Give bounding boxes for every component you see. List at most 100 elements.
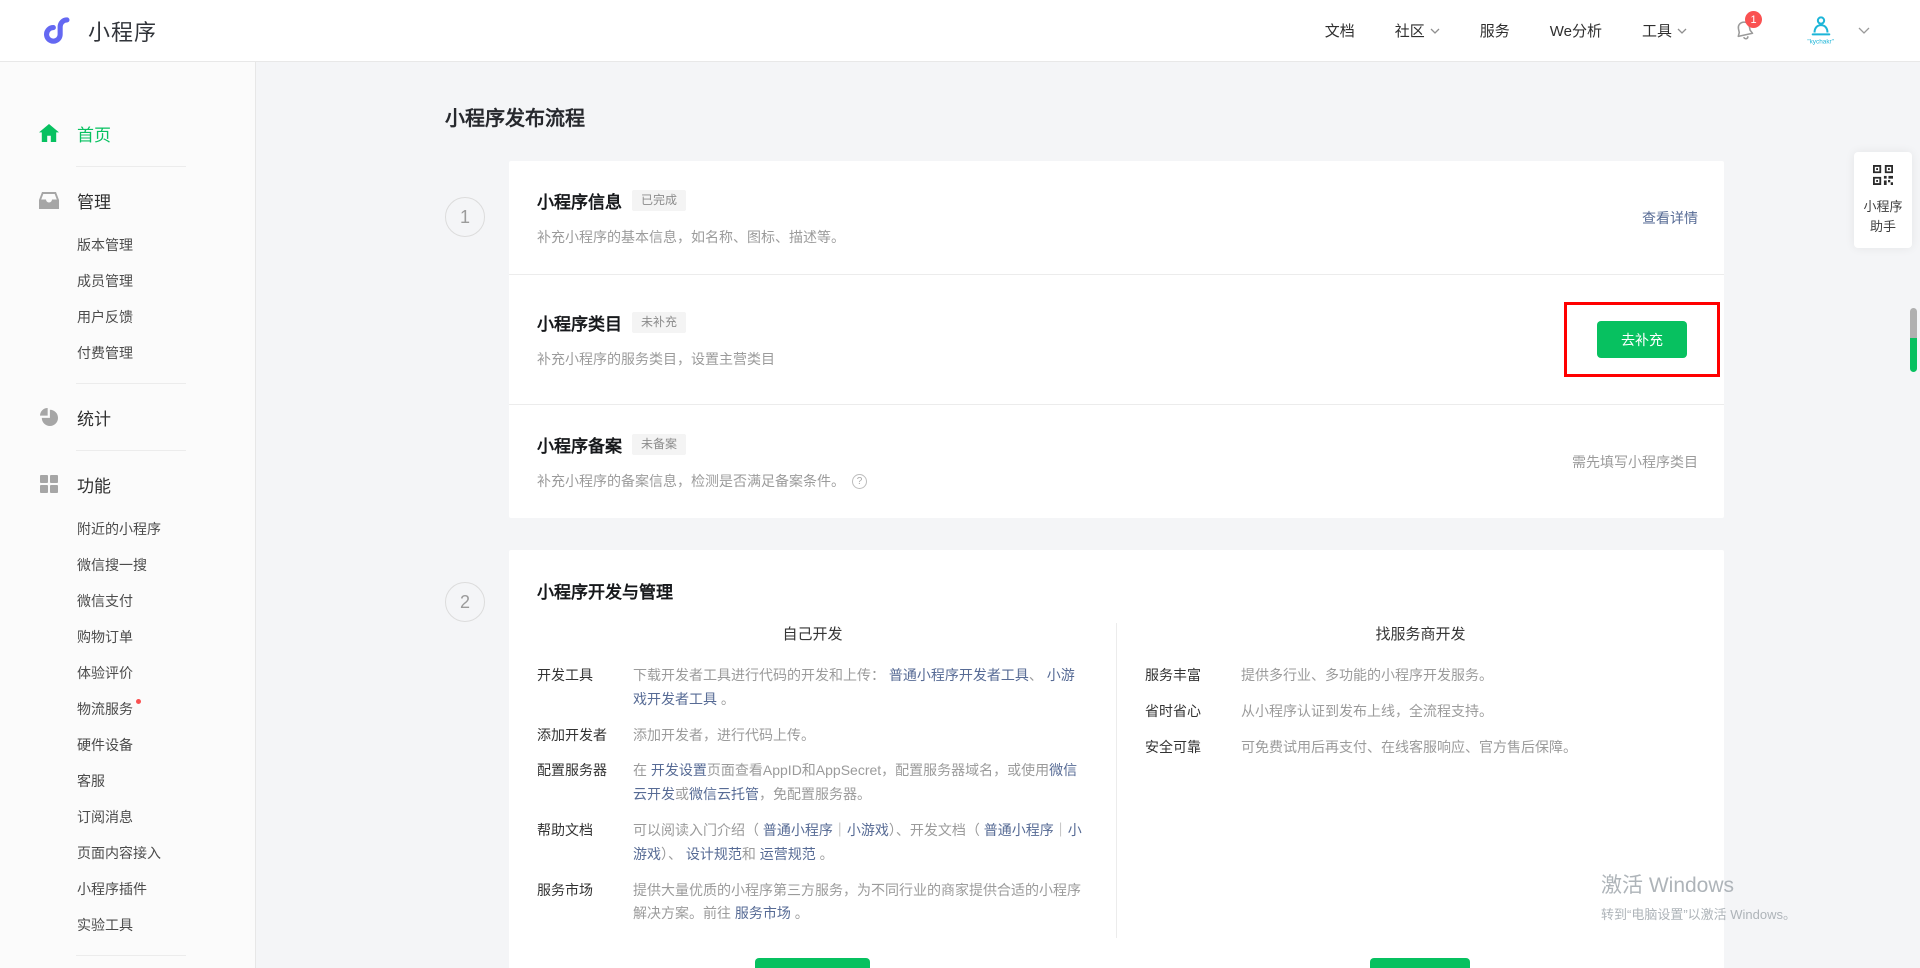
link-intro-game[interactable]: 小游戏 bbox=[847, 822, 889, 838]
row-miniprogram-icp-filing: 小程序备案未备案 补充小程序的备案信息，检测是否满足备案条件。? 需先填写小程序… bbox=[509, 404, 1724, 518]
app-logo[interactable]: 小程序 bbox=[44, 14, 157, 48]
view-details-link[interactable]: 查看详情 bbox=[1642, 208, 1698, 228]
add-developer-button[interactable]: 添加开发者 bbox=[755, 958, 870, 968]
sidebar-item-experience-rating[interactable]: 体验评价 bbox=[0, 655, 255, 691]
column-self-develop: 自己开发 开发工具 下载开发者工具进行代码的开发和上传： 普通小程序开发者工具、… bbox=[509, 623, 1116, 938]
text-segment: 或 bbox=[675, 786, 689, 802]
scrollbar-thumb-green bbox=[1910, 338, 1917, 372]
annotation-highlight: 去补充 bbox=[1564, 302, 1720, 377]
text-segment: 可以阅读入门介绍（ bbox=[633, 822, 763, 838]
text-segment: 添加开发者，进行代码上传。 bbox=[633, 727, 815, 743]
sidebar-group-features[interactable]: 功能 bbox=[0, 463, 255, 505]
chevron-down-icon bbox=[1677, 28, 1687, 34]
sidebar-item-customer-service[interactable]: 客服 bbox=[0, 763, 255, 799]
notifications-button[interactable]: 1 bbox=[1733, 19, 1756, 42]
row-miniprogram-info: 小程序信息已完成 补充小程序的基本信息，如名称、图标、描述等。 查看详情 bbox=[509, 161, 1724, 274]
miniprogram-assistant-widget[interactable]: 小程序 助手 bbox=[1854, 152, 1912, 248]
divider bbox=[76, 450, 186, 451]
sidebar-group-statistics[interactable]: 统计 bbox=[0, 396, 255, 438]
text-segment: 从小程序认证到发布上线，全流程支持。 bbox=[1241, 703, 1493, 719]
sidebar-item-wechat-pay[interactable]: 微信支付 bbox=[0, 583, 255, 619]
sidebar-item-payment-management[interactable]: 付费管理 bbox=[0, 335, 255, 371]
nav-docs[interactable]: 文档 bbox=[1325, 20, 1355, 41]
text-segment: ）、 bbox=[661, 846, 686, 862]
provider-row-rich-services: 服务丰富 提供多行业、多功能的小程序开发服务。 bbox=[1145, 664, 1696, 688]
row-miniprogram-category: 小程序类目未补充 补充小程序的服务类目，设置主营类目 去补充 bbox=[509, 274, 1724, 404]
qr-code-icon bbox=[1873, 165, 1893, 185]
sidebar-item-hardware-devices[interactable]: 硬件设备 bbox=[0, 727, 255, 763]
provider-row-safe-reliable: 安全可靠 可免费试用后再支付、在线客服响应、官方售后保障。 bbox=[1145, 736, 1696, 760]
nav-community[interactable]: 社区 bbox=[1395, 20, 1440, 41]
sidebar-item-experimental-tools[interactable]: 实验工具 bbox=[0, 907, 255, 943]
sidebar-item-miniprogram-plugins[interactable]: 小程序插件 bbox=[0, 871, 255, 907]
link-design-guidelines[interactable]: 设计规范 bbox=[686, 846, 742, 862]
text-segment: 、 bbox=[1029, 667, 1047, 683]
link-docs-miniprogram[interactable]: 普通小程序 bbox=[984, 822, 1054, 838]
dev-row-configure-server: 配置服务器 在 开发设置页面查看AppID和AppSecret，配置服务器域名，… bbox=[537, 759, 1088, 807]
row-desc: 补充小程序的备案信息，检测是否满足备案条件。? bbox=[537, 471, 867, 491]
avatar-caption: "kychakr" bbox=[1808, 38, 1835, 45]
link-service-market[interactable]: 服务市场 bbox=[735, 905, 791, 921]
nav-we-analytics[interactable]: We分析 bbox=[1550, 20, 1602, 41]
sidebar-item-wechat-search[interactable]: 微信搜一搜 bbox=[0, 547, 255, 583]
text-segment: 。 bbox=[791, 905, 809, 921]
text-segment: 提供大量优质的小程序第三方服务，为不同行业的商家提供合适的小程序解决方案。前往 bbox=[633, 882, 1081, 922]
prerequisite-note: 需先填写小程序类目 bbox=[1572, 452, 1698, 472]
step-1-card: 小程序信息已完成 补充小程序的基本信息，如名称、图标、描述等。 查看详情 小程序… bbox=[509, 161, 1724, 518]
step-2-number: 2 bbox=[445, 582, 485, 622]
link-operation-rules[interactable]: 运营规范 bbox=[760, 846, 816, 862]
column-header: 自己开发 bbox=[537, 623, 1088, 644]
red-dot-badge bbox=[136, 699, 141, 704]
row-title: 小程序信息已完成 bbox=[537, 188, 845, 213]
dev-row-service-market: 服务市场 提供大量优质的小程序第三方服务，为不同行业的商家提供合适的小程序解决方… bbox=[537, 879, 1088, 927]
divider bbox=[76, 383, 186, 384]
sidebar-item-version-management[interactable]: 版本管理 bbox=[0, 227, 255, 263]
sidebar-item-page-content-access[interactable]: 页面内容接入 bbox=[0, 835, 255, 871]
sidebar-item-logistics-service[interactable]: 物流服务 bbox=[0, 691, 255, 727]
grid-icon bbox=[38, 475, 60, 493]
step-1-number: 1 bbox=[445, 197, 485, 237]
go-now-button[interactable]: 立即前往 bbox=[1370, 958, 1470, 968]
link-standard-devtools[interactable]: 普通小程序开发者工具 bbox=[889, 667, 1029, 683]
row-title: 小程序类目未补充 bbox=[537, 310, 775, 335]
go-supplement-button[interactable]: 去补充 bbox=[1597, 321, 1687, 358]
avatar-image bbox=[1807, 15, 1835, 39]
assistant-label: 小程序 助手 bbox=[1858, 197, 1908, 236]
sidebar-item-nearby-miniprograms[interactable]: 附近的小程序 bbox=[0, 511, 255, 547]
step-2-title: 小程序开发与管理 bbox=[509, 578, 1724, 603]
status-badge: 已完成 bbox=[632, 190, 686, 211]
sidebar-item-member-management[interactable]: 成员管理 bbox=[0, 263, 255, 299]
question-mark-icon[interactable]: ? bbox=[852, 474, 867, 489]
dev-row-add-developer: 添加开发者 添加开发者，进行代码上传。 bbox=[537, 724, 1088, 748]
user-avatar[interactable]: "kychakr" bbox=[1798, 15, 1844, 46]
sidebar: 首页 管理 版本管理 成员管理 用户反馈 付费管理 统计 功能 附近的小程序 微… bbox=[0, 62, 256, 968]
text-segment: ｜ bbox=[1054, 822, 1068, 838]
scrollbar-thumb[interactable] bbox=[1910, 308, 1917, 372]
divider bbox=[76, 166, 186, 167]
text-segment: 页面查看AppID和AppSecret，配置服务器域名，或使用 bbox=[707, 762, 1049, 778]
nav-services[interactable]: 服务 bbox=[1480, 20, 1510, 41]
sidebar-item-user-feedback[interactable]: 用户反馈 bbox=[0, 299, 255, 335]
sidebar-group-management[interactable]: 管理 bbox=[0, 179, 255, 221]
chevron-down-icon bbox=[1430, 28, 1440, 34]
miniprogram-logo-icon bbox=[44, 14, 78, 48]
scrollbar-thumb-gray bbox=[1910, 308, 1917, 338]
top-header: 小程序 文档 社区 服务 We分析 工具 1 "kychakr" bbox=[0, 0, 1920, 62]
link-dev-settings[interactable]: 开发设置 bbox=[651, 762, 707, 778]
column-find-provider: 找服务商开发 服务丰富 提供多行业、多功能的小程序开发服务。 省时省心 从小程序… bbox=[1116, 623, 1724, 938]
status-badge: 未备案 bbox=[632, 434, 686, 455]
sidebar-item-subscribe-message[interactable]: 订阅消息 bbox=[0, 799, 255, 835]
row-title: 小程序备案未备案 bbox=[537, 432, 867, 457]
sidebar-item-shopping-orders[interactable]: 购物订单 bbox=[0, 619, 255, 655]
dev-row-devtools: 开发工具 下载开发者工具进行代码的开发和上传： 普通小程序开发者工具、 小游戏开… bbox=[537, 664, 1088, 712]
step-1: 1 小程序信息已完成 补充小程序的基本信息，如名称、图标、描述等。 查看详情 小… bbox=[445, 161, 1724, 518]
link-intro-miniprogram[interactable]: 普通小程序 bbox=[763, 822, 833, 838]
text-segment: 在 bbox=[633, 762, 651, 778]
sidebar-item-home[interactable]: 首页 bbox=[0, 112, 255, 154]
text-segment: ｜ bbox=[833, 822, 847, 838]
account-menu-chevron-icon[interactable] bbox=[1858, 27, 1870, 34]
text-segment: 。 bbox=[816, 846, 834, 862]
nav-tools[interactable]: 工具 bbox=[1642, 20, 1687, 41]
row-desc: 补充小程序的服务类目，设置主营类目 bbox=[537, 349, 775, 369]
link-cloud-hosting[interactable]: 微信云托管 bbox=[689, 786, 759, 802]
